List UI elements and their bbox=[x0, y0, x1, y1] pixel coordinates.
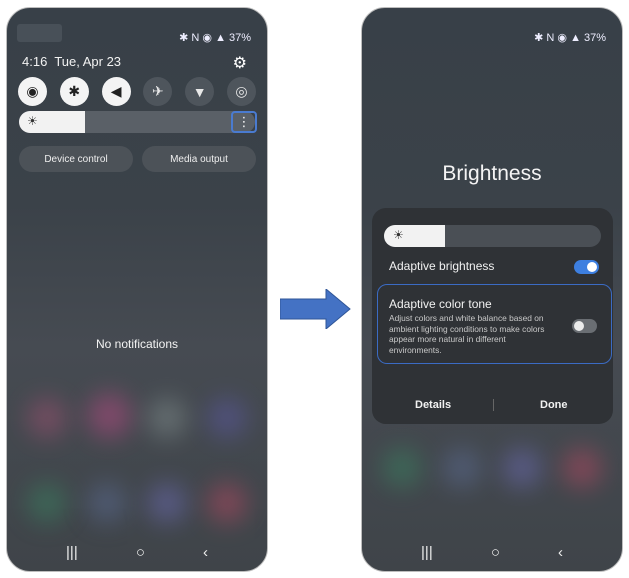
power-saving-icon[interactable]: ◎ bbox=[226, 77, 256, 106]
blurred-app-icon bbox=[562, 448, 602, 488]
clock-date: 4:16 Tue, Apr 23 bbox=[22, 54, 121, 69]
wifi-icon[interactable]: ◉ bbox=[18, 77, 47, 106]
blurred-app-icon bbox=[27, 483, 67, 523]
blurred-app-icon bbox=[207, 483, 247, 523]
redacted-area bbox=[17, 24, 62, 42]
status-bar: ✱ N ◉ ▲ 37% bbox=[534, 31, 606, 45]
navigation-bar: ||| ○ ‹ bbox=[362, 544, 622, 561]
phone-brightness-dialog: ✱ N ◉ ▲ 37% Brightness ☀ Adaptive bright… bbox=[361, 7, 623, 572]
status-icons: ✱ N ◉ ▲ bbox=[179, 32, 226, 44]
media-output-button[interactable]: Media output bbox=[142, 146, 256, 172]
adaptive-color-tone-description: Adjust colors and white balance based on… bbox=[389, 313, 545, 355]
sound-icon[interactable]: ◀ bbox=[101, 77, 131, 106]
blurred-app-icon bbox=[502, 448, 542, 488]
blurred-app-icon bbox=[27, 398, 67, 438]
blurred-app-icon bbox=[442, 448, 482, 488]
battery-percent: 37% bbox=[228, 31, 251, 44]
recents-icon[interactable]: ||| bbox=[421, 544, 433, 561]
navigation-bar: ||| ○ ‹ bbox=[7, 544, 267, 561]
home-icon[interactable]: ○ bbox=[491, 544, 500, 561]
toggle-knob bbox=[574, 321, 584, 331]
blurred-app-icon bbox=[147, 398, 187, 438]
date: Tue, Apr 23 bbox=[54, 54, 122, 69]
sun-icon: ☀ bbox=[393, 228, 404, 242]
battery-percent: 37% bbox=[583, 31, 606, 44]
toggle-knob bbox=[587, 262, 597, 272]
done-button[interactable]: Done bbox=[540, 399, 568, 411]
brightness-slider[interactable]: ☀ bbox=[384, 225, 601, 247]
no-notifications-text: No notifications bbox=[95, 337, 179, 351]
blurred-app-icon bbox=[87, 483, 127, 523]
more-options-icon[interactable]: ⋮ bbox=[231, 111, 257, 133]
flashlight-icon[interactable]: ▼ bbox=[185, 77, 215, 106]
blurred-app-icon bbox=[207, 398, 247, 438]
clock: 4:16 bbox=[22, 54, 48, 69]
brightness-title: Brightness bbox=[442, 162, 542, 185]
adaptive-color-tone-label: Adaptive color tone bbox=[389, 297, 492, 311]
details-button[interactable]: Details bbox=[415, 399, 451, 411]
gear-icon[interactable]: ⚙ bbox=[233, 53, 247, 73]
phone-quick-panel: ✱ N ◉ ▲ 37% 4:16 Tue, Apr 23 ⚙ ◉ ✱ ◀ ✈ ▼… bbox=[6, 7, 268, 572]
brightness-panel: ☀ Adaptive brightness Adaptive color ton… bbox=[372, 208, 613, 424]
recents-icon[interactable]: ||| bbox=[66, 544, 78, 561]
back-icon[interactable]: ‹ bbox=[558, 544, 563, 561]
adaptive-color-tone-toggle[interactable] bbox=[572, 319, 597, 333]
blurred-app-icon bbox=[382, 448, 422, 488]
device-control-button[interactable]: Device control bbox=[19, 146, 133, 172]
button-divider bbox=[493, 399, 494, 411]
status-bar: ✱ N ◉ ▲ 37% bbox=[179, 31, 251, 45]
brightness-slider[interactable]: ☀ bbox=[19, 111, 255, 133]
sun-icon: ☀ bbox=[27, 114, 38, 128]
adaptive-brightness-label: Adaptive brightness bbox=[389, 259, 495, 273]
airplane-icon[interactable]: ✈ bbox=[143, 77, 173, 106]
right-arrow-icon bbox=[280, 289, 351, 329]
status-icons: ✱ N ◉ ▲ bbox=[534, 32, 581, 44]
back-icon[interactable]: ‹ bbox=[203, 544, 208, 561]
home-icon[interactable]: ○ bbox=[136, 544, 145, 561]
blurred-app-icon bbox=[147, 483, 187, 523]
bluetooth-icon[interactable]: ✱ bbox=[59, 77, 89, 106]
blurred-app-icon bbox=[87, 393, 132, 438]
quick-settings-row: ◉ ✱ ◀ ✈ ▼ ◎ bbox=[18, 77, 256, 106]
adaptive-brightness-toggle[interactable] bbox=[574, 260, 599, 274]
